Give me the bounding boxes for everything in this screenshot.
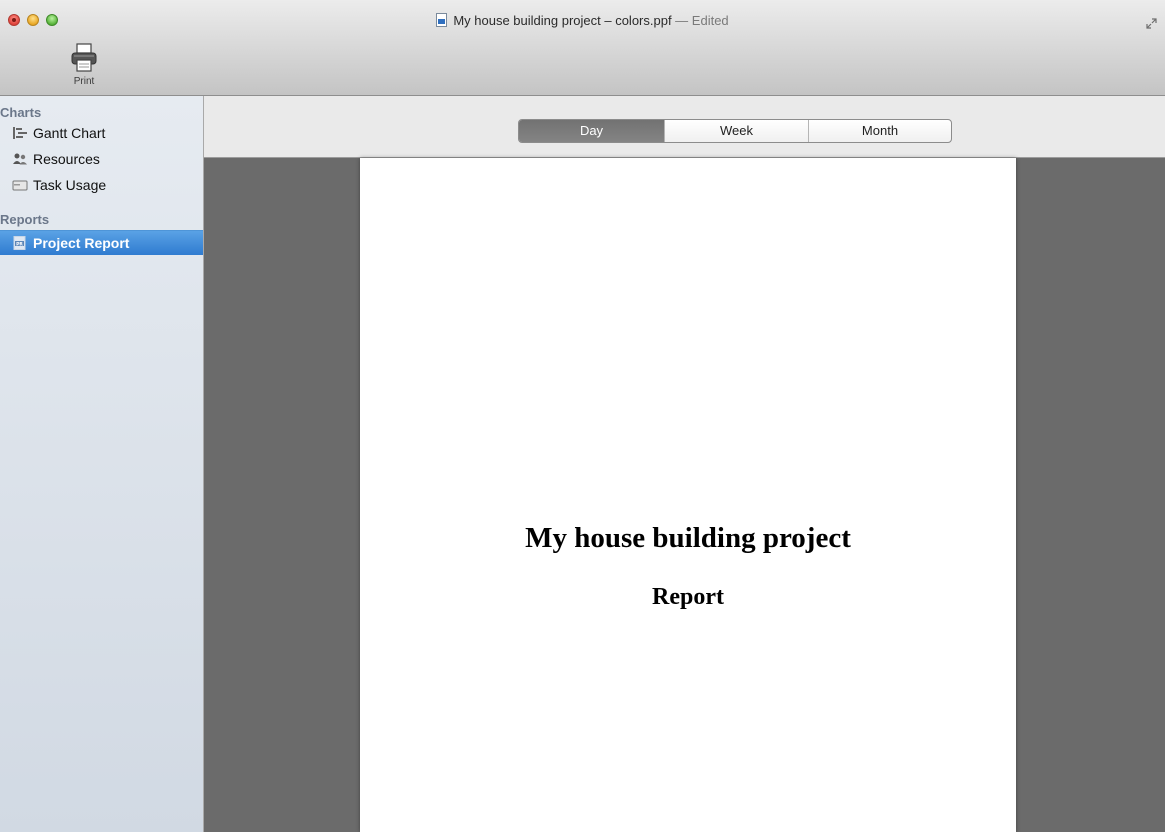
title-edited-status: Edited: [691, 13, 729, 28]
svg-text:PR: PR: [16, 241, 23, 247]
printer-icon: [62, 42, 106, 74]
report-subtitle: Report: [652, 584, 724, 610]
segment-day[interactable]: Day: [519, 120, 664, 142]
sidebar-item-resources[interactable]: Resources: [0, 147, 203, 172]
view-selector[interactable]: Day Week Month: [518, 119, 952, 143]
print-label: Print: [73, 76, 95, 87]
print-button[interactable]: Print: [62, 42, 106, 90]
sidebar-item-project-report[interactable]: PR Project Report: [0, 230, 203, 255]
title-separator: —: [671, 13, 692, 28]
resources-icon: [12, 149, 28, 165]
segment-month[interactable]: Month: [808, 120, 951, 142]
sidebar: Charts Gantt Chart Resources Task Usage …: [0, 96, 204, 832]
project-report-icon: PR: [12, 233, 28, 250]
gantt-icon: [12, 123, 28, 139]
sidebar-item-gantt-chart[interactable]: Gantt Chart: [0, 121, 203, 146]
fullscreen-icon[interactable]: [1146, 18, 1157, 29]
sidebar-item-label: Resources: [33, 151, 100, 167]
window-title: My house building project – colors.ppf —…: [0, 13, 1165, 31]
window-title-text: My house building project – colors.ppf: [453, 13, 672, 28]
report-page: My house building project Report: [360, 158, 1016, 832]
sidebar-heading-charts: Charts: [0, 105, 42, 120]
sidebar-item-label: Gantt Chart: [33, 125, 106, 141]
report-title: My house building project: [525, 522, 851, 554]
window-titlebar: My house building project – colors.ppf —…: [0, 0, 1165, 96]
task-usage-icon: [12, 175, 28, 191]
sidebar-heading-reports: Reports: [0, 212, 50, 227]
sidebar-item-task-usage[interactable]: Task Usage: [0, 173, 203, 198]
sidebar-item-label: Project Report: [33, 235, 130, 251]
report-canvas[interactable]: My house building project Report: [204, 158, 1165, 832]
segment-week[interactable]: Week: [664, 120, 808, 142]
view-selector-bar: Day Week Month: [204, 96, 1165, 158]
sidebar-item-label: Task Usage: [33, 177, 107, 193]
document-icon: [436, 13, 448, 27]
